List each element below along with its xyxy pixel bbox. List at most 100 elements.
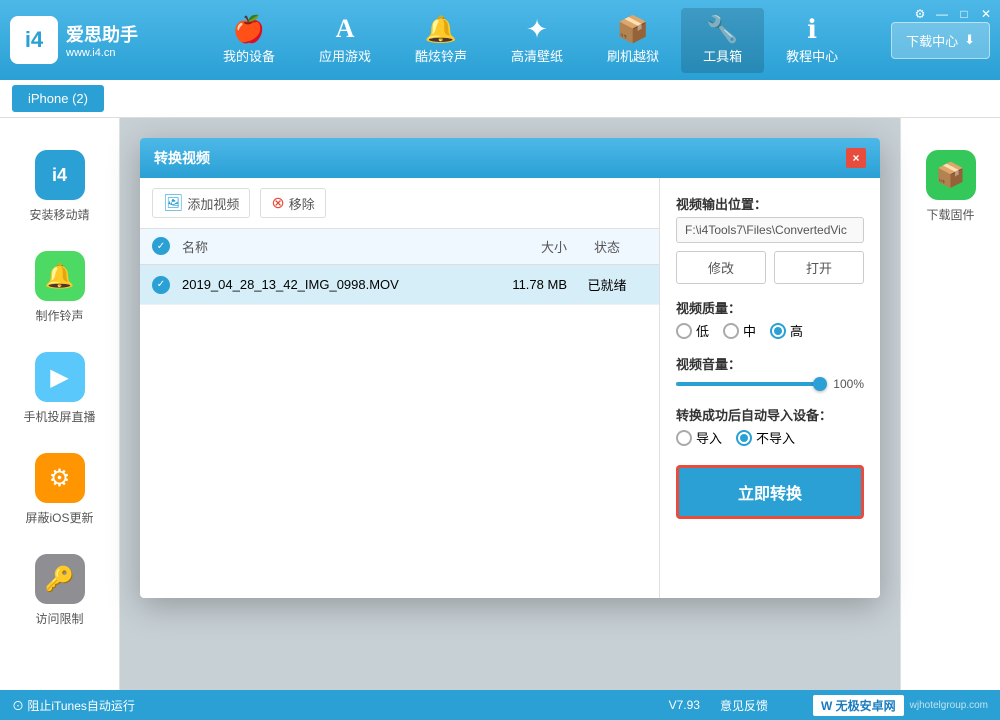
remove-icon: ⊗ bbox=[271, 193, 284, 213]
status-left: ⊙ 阻止iTunes自动运行 bbox=[12, 697, 135, 714]
header-check-icon: ✓ bbox=[152, 237, 170, 255]
logo-icon: i4 bbox=[10, 16, 58, 64]
minimize-icon[interactable]: — bbox=[934, 6, 950, 22]
open-path-button[interactable]: 打开 bbox=[774, 251, 864, 284]
import-options: 导入 不导入 bbox=[676, 428, 864, 447]
sidebar: i4 安装移动靖 🔔 制作铃声 ▶ 手机投屏直播 ⚙ 屏蔽iOS更新 🔑 访问限… bbox=[0, 118, 120, 690]
install-mobile-icon: i4 bbox=[35, 150, 85, 200]
watermark-url: wjhotelgroup.com bbox=[910, 700, 988, 711]
download-arrow-icon: ⬇ bbox=[964, 32, 975, 48]
download-firmware-icon: 📦 bbox=[926, 150, 976, 200]
quality-high-radio bbox=[770, 323, 786, 339]
nav-ringtones[interactable]: 🔔 酷炫铃声 bbox=[393, 8, 489, 73]
output-path-label: 视频输出位置： bbox=[676, 194, 864, 213]
quality-mid-radio bbox=[723, 323, 739, 339]
nav-app-games[interactable]: A 应用游戏 bbox=[297, 8, 393, 73]
add-video-button[interactable]: 🖼 添加视频 bbox=[152, 188, 250, 218]
watermark-area: W 无极安卓网 wjhotelgroup.com bbox=[788, 690, 988, 720]
quality-low-radio bbox=[676, 323, 692, 339]
nav-jailbreak[interactable]: 📦 刷机越狱 bbox=[585, 8, 681, 73]
row-check-icon: ✓ bbox=[152, 276, 170, 294]
modal-overlay: 转换视频 × 🖼 添加视频 bbox=[120, 118, 900, 690]
video-quality-section: 视频质量： 低 中 bbox=[676, 298, 864, 340]
maximize-icon[interactable]: □ bbox=[956, 6, 972, 22]
volume-slider-container: 100% bbox=[676, 377, 864, 391]
row-status: 已就绪 bbox=[567, 275, 647, 294]
ringtone-icon: 🔔 bbox=[35, 251, 85, 301]
sidebar-item-install-mobile[interactable]: i4 安装移动靖 bbox=[0, 138, 119, 235]
quality-label: 视频质量： bbox=[676, 298, 864, 317]
quality-high-dot bbox=[774, 327, 782, 335]
mirror-icon: ▶ bbox=[35, 352, 85, 402]
nav-toolbox[interactable]: 🔧 工具箱 bbox=[681, 8, 764, 73]
wallpaper-icon: ✦ bbox=[526, 16, 548, 42]
device-tab[interactable]: iPhone (2) bbox=[12, 85, 104, 112]
import-section: 转换成功后自动导入设备： 导入 不导入 bbox=[676, 405, 864, 447]
modify-path-button[interactable]: 修改 bbox=[676, 251, 766, 284]
statusbar: ⊙ 阻止iTunes自动运行 V7.93 意见反馈 W 无极安卓网 wjhote… bbox=[0, 690, 1000, 720]
import-yes-radio bbox=[676, 430, 692, 446]
settings-icon[interactable]: ⚙ bbox=[912, 6, 928, 22]
output-path-section: 视频输出位置： 修改 打开 bbox=[676, 194, 864, 284]
volume-label: 视频音量： bbox=[676, 354, 864, 373]
add-icon: 🖼 bbox=[163, 193, 183, 213]
header-status: 状态 bbox=[567, 237, 647, 256]
volume-slider-thumb[interactable] bbox=[813, 377, 827, 391]
volume-slider-fill bbox=[676, 382, 820, 386]
tutorials-icon: ℹ bbox=[807, 16, 817, 42]
quality-low-option[interactable]: 低 bbox=[676, 321, 709, 340]
import-no-option[interactable]: 不导入 bbox=[736, 428, 795, 447]
output-path-input[interactable] bbox=[676, 217, 864, 243]
content-area: 转换视频 × 🖼 添加视频 bbox=[120, 118, 900, 690]
quality-high-option[interactable]: 高 bbox=[770, 321, 803, 340]
modal-left-panel: 🖼 添加视频 ⊗ 移除 ✓ bbox=[140, 178, 660, 598]
table-row[interactable]: ✓ 2019_04_28_13_42_IMG_0998.MOV 11.78 MB… bbox=[140, 265, 659, 305]
modal-body: 🖼 添加视频 ⊗ 移除 ✓ bbox=[140, 178, 880, 598]
my-device-icon: 🍎 bbox=[233, 16, 265, 42]
jailbreak-icon: 📦 bbox=[617, 16, 649, 42]
sidebar-item-access-limit[interactable]: 🔑 访问限制 bbox=[0, 542, 119, 639]
volume-slider-track bbox=[676, 382, 820, 386]
header-check: ✓ bbox=[152, 237, 182, 256]
import-yes-option[interactable]: 导入 bbox=[676, 428, 722, 447]
import-label: 转换成功后自动导入设备： bbox=[676, 405, 864, 424]
right-item-download-firmware[interactable]: 📦 下载固件 bbox=[901, 138, 1000, 235]
watermark: W 无极安卓网 bbox=[813, 695, 904, 716]
header-name: 名称 bbox=[182, 237, 467, 256]
convert-video-modal: 转换视频 × 🖼 添加视频 bbox=[140, 138, 880, 598]
convert-now-button[interactable]: 立即转换 bbox=[676, 465, 864, 519]
volume-value: 100% bbox=[828, 377, 864, 391]
ringtones-icon: 🔔 bbox=[425, 16, 457, 42]
file-table: ✓ 名称 大小 状态 bbox=[140, 229, 659, 598]
sidebar-item-ringtone[interactable]: 🔔 制作铃声 bbox=[0, 239, 119, 336]
nav-my-device[interactable]: 🍎 我的设备 bbox=[201, 8, 297, 73]
download-center-button[interactable]: 下载中心 ⬇ bbox=[891, 22, 990, 59]
nav-tutorials[interactable]: ℹ 教程中心 bbox=[764, 8, 860, 73]
logo-area: i4 爱思助手 www.i4.cn bbox=[10, 16, 170, 64]
main-nav: 🍎 我的设备 A 应用游戏 🔔 酷炫铃声 ✦ 高清壁纸 📦 刷机越狱 🔧 工具箱… bbox=[170, 8, 891, 73]
remove-button[interactable]: ⊗ 移除 bbox=[260, 188, 325, 218]
close-icon[interactable]: ✕ bbox=[978, 6, 994, 22]
access-limit-icon: 🔑 bbox=[35, 554, 85, 604]
block-ios-icon: ⚙ bbox=[35, 453, 85, 503]
sidebar-item-mirror[interactable]: ▶ 手机投屏直播 bbox=[0, 340, 119, 437]
nav-wallpaper[interactable]: ✦ 高清壁纸 bbox=[489, 8, 585, 73]
modal-toolbar: 🖼 添加视频 ⊗ 移除 bbox=[140, 178, 659, 229]
app-games-icon: A bbox=[336, 16, 355, 42]
watermark-brand: W 无极安卓网 bbox=[821, 697, 896, 714]
quality-options: 低 中 高 bbox=[676, 321, 864, 340]
modal-header: 转换视频 × bbox=[140, 138, 880, 178]
sidebar-item-block-ios[interactable]: ⚙ 屏蔽iOS更新 bbox=[0, 441, 119, 538]
logo-text: 爱思助手 www.i4.cn bbox=[66, 21, 138, 59]
status-right: V7.93 意见反馈 W 无极安卓网 wjhotelgroup.com bbox=[669, 690, 988, 720]
main-content: i4 安装移动靖 🔔 制作铃声 ▶ 手机投屏直播 ⚙ 屏蔽iOS更新 🔑 访问限… bbox=[0, 118, 1000, 690]
quality-mid-option[interactable]: 中 bbox=[723, 321, 756, 340]
window-controls: ⚙ — □ ✕ bbox=[912, 6, 994, 22]
modal-right-panel: 视频输出位置： 修改 打开 bbox=[660, 178, 880, 598]
topbar: i4 爱思助手 www.i4.cn 🍎 我的设备 A 应用游戏 🔔 酷炫铃声 ✦… bbox=[0, 0, 1000, 80]
row-check: ✓ bbox=[152, 276, 182, 294]
modal-close-button[interactable]: × bbox=[846, 148, 866, 168]
subnav: iPhone (2) bbox=[0, 80, 1000, 118]
header-size: 大小 bbox=[467, 237, 567, 256]
video-volume-section: 视频音量： 100% bbox=[676, 354, 864, 391]
